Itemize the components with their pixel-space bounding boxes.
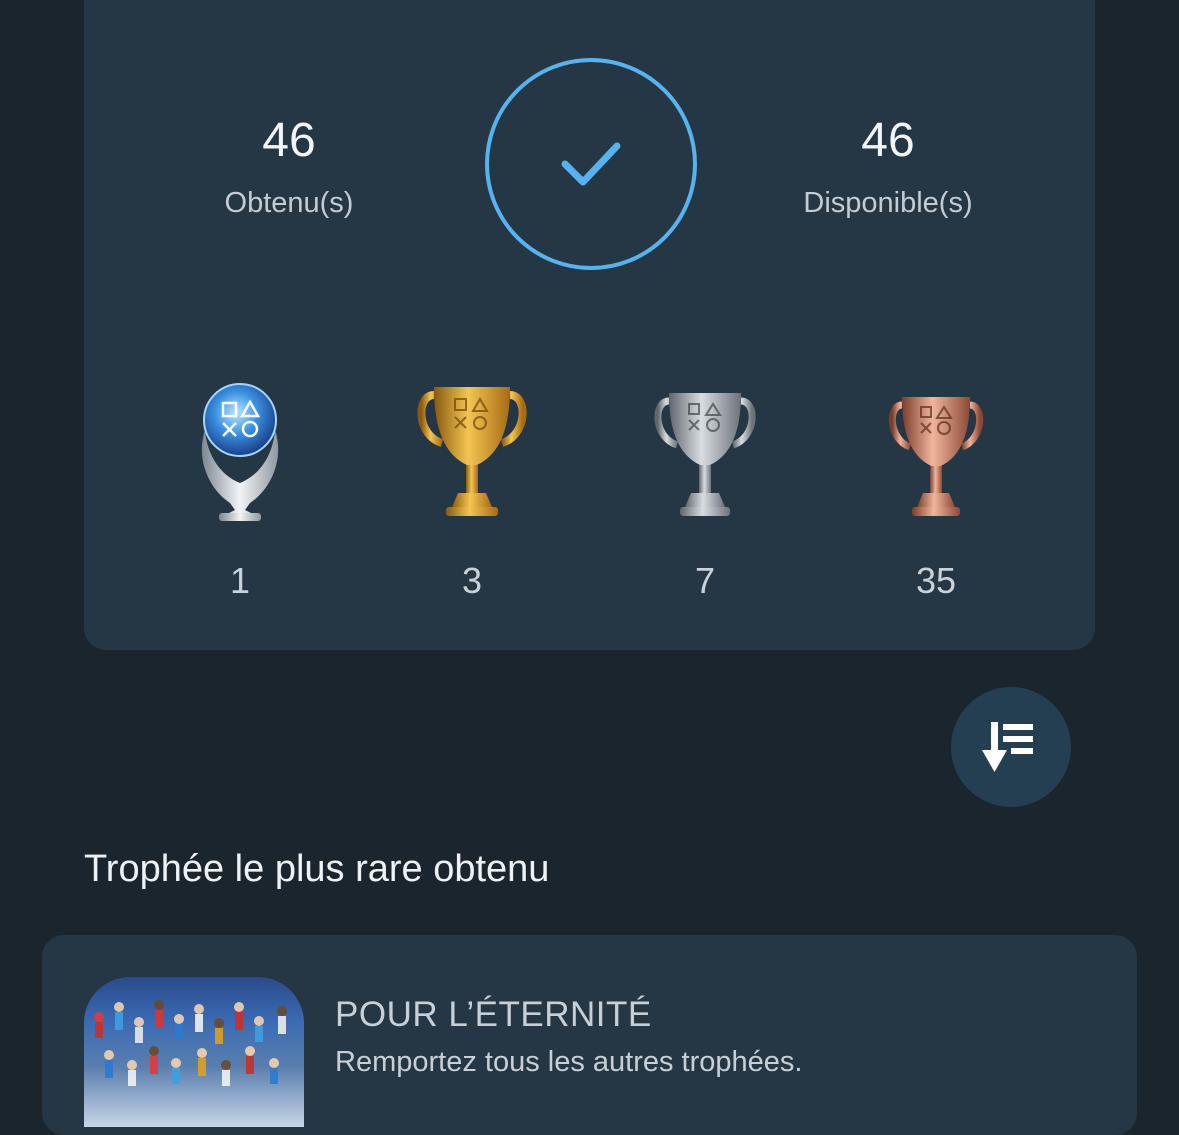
rarest-trophy-card[interactable]: POUR L’ÉTERNITÉ Remportez tous les autre… [42,935,1137,1135]
earned-label: Obtenu(s) [224,187,354,219]
trophy-gold: 3 [402,375,542,599]
platinum-count: 1 [229,560,251,601]
earned-count: 46 [262,114,316,167]
sort-descending-icon [982,722,1033,772]
rarest-trophy-heading: Trophée le plus rare obtenu [84,848,550,890]
platinum-trophy-icon [201,383,279,521]
available-stat: 46 Disponible(s) [738,117,1038,218]
rarest-trophy-description: Remportez tous les autres trophées. [335,1046,803,1078]
available-label: Disponible(s) [803,187,973,219]
bronze-count: 35 [915,560,957,601]
silver-count: 7 [694,560,716,601]
silver-trophy-icon [654,393,756,516]
trophy-platinum: 1 [170,375,310,599]
gold-trophy-icon [417,387,527,516]
completion-ring [485,58,697,270]
crowd-image [94,1000,287,1086]
trophy-silver: 7 [635,375,775,599]
bronze-trophy-icon [888,397,984,516]
rarest-trophy-name: POUR L’ÉTERNITÉ [335,995,652,1034]
rarest-trophy-image [84,977,304,1127]
trophy-summary-card: 46 Obtenu(s) 46 Disponible(s) 1 3 7 35 [84,0,1095,650]
available-count: 46 [861,114,915,167]
gold-count: 3 [461,560,483,601]
earned-stat: 46 Obtenu(s) [139,117,439,218]
checkmark-icon [561,142,621,186]
trophy-bronze: 35 [866,375,1006,599]
sort-button[interactable] [951,687,1071,807]
